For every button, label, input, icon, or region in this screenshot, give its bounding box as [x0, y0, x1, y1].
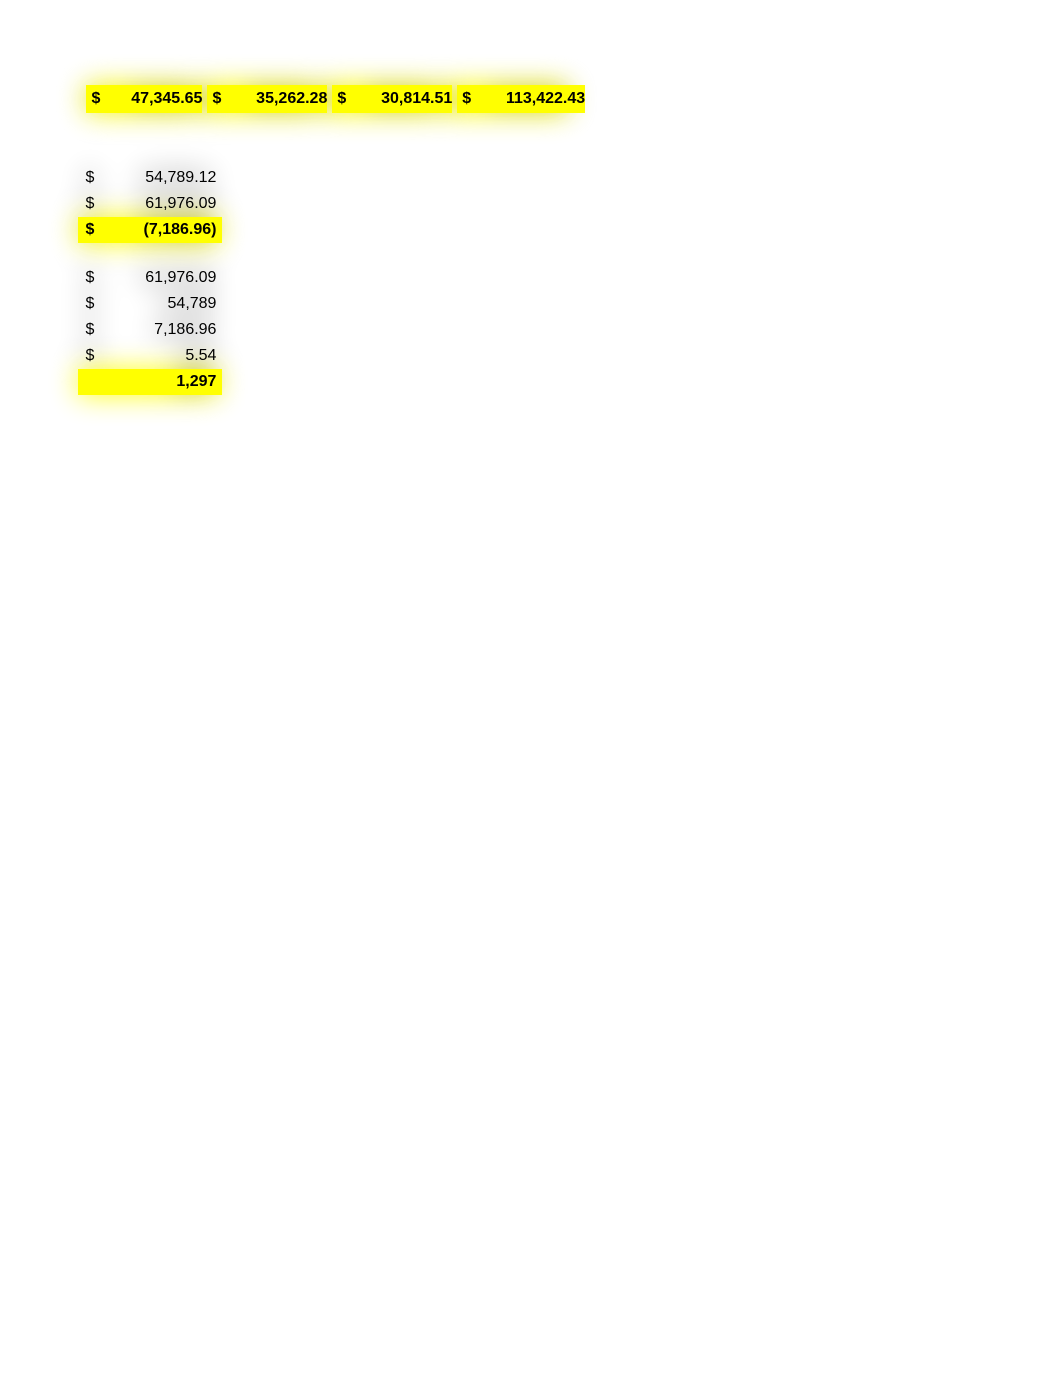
table-row: $ 61,976.09: [78, 265, 222, 291]
currency-symbol: $: [86, 85, 106, 113]
table-row: $ 54,789.12: [78, 165, 222, 191]
totals-cell-2: $ 35,262.28: [207, 85, 327, 113]
currency-symbol: $: [457, 85, 477, 113]
table-row: $ 7,186.96: [78, 317, 222, 343]
currency-symbol: $: [78, 265, 102, 291]
value-cell: 54,789: [106, 291, 216, 317]
highlight: 1,297: [78, 369, 222, 395]
currency-symbol: $: [78, 317, 102, 343]
currency-symbol: $: [332, 85, 352, 113]
difference-row: $ (7,186.96): [78, 217, 222, 243]
totals-value-2: 35,262.28: [231, 85, 327, 113]
summary-block-2: $ 61,976.09 $ 54,789 $ 7,186.96 $ 5.54 1…: [78, 265, 222, 395]
totals-cell-4: $ 113,422.43: [457, 85, 585, 113]
result-row: 1,297: [78, 369, 222, 395]
totals-cell-1: $ 47,345.65: [86, 85, 202, 113]
value-cell: 1,297: [106, 369, 216, 395]
value-cell: (7,186.96): [106, 217, 216, 243]
totals-cell-3: $ 30,814.51: [332, 85, 452, 113]
totals-value-3: 30,814.51: [356, 85, 452, 113]
currency-symbol: $: [78, 165, 102, 191]
value-cell: 7,186.96: [106, 317, 216, 343]
table-row: $ 5.54: [78, 343, 222, 369]
currency-symbol: $: [78, 291, 102, 317]
value-cell: 61,976.09: [106, 191, 216, 217]
table-row: $ 54,789: [78, 291, 222, 317]
value-cell: 5.54: [106, 343, 216, 369]
summary-block-1: $ 54,789.12 $ 61,976.09 $ (7,186.96): [78, 165, 222, 243]
currency-symbol: $: [78, 191, 102, 217]
totals-row: $ 47,345.65 $ 35,262.28 $ 30,814.51 $ 11…: [78, 85, 585, 113]
table-row: $ 61,976.09: [78, 191, 222, 217]
totals-value-4: 113,422.43: [481, 85, 585, 113]
value-cell: 61,976.09: [106, 265, 216, 291]
value-cell: 54,789.12: [106, 165, 216, 191]
currency-symbol: $: [207, 85, 227, 113]
currency-symbol: $: [78, 343, 102, 369]
totals-value-1: 47,345.65: [110, 85, 202, 113]
highlight: $ (7,186.96): [78, 217, 222, 243]
currency-symbol: $: [78, 217, 102, 243]
